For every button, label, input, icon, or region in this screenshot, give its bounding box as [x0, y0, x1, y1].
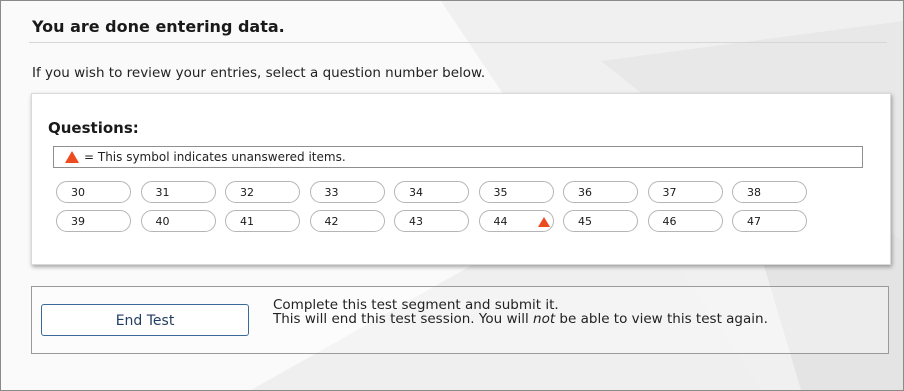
questions-heading: Questions: — [48, 119, 139, 137]
end-test-panel: End Test Complete this test segment and … — [31, 286, 889, 354]
warning-triangle-icon — [65, 151, 79, 163]
end-test-description: Complete this test segment and submit it… — [273, 298, 853, 326]
question-number: 36 — [578, 186, 592, 199]
question-number: 47 — [747, 215, 761, 228]
question-number: 42 — [324, 215, 339, 228]
end-test-line-2-end: be able to view this test again. — [555, 311, 768, 327]
question-number: 41 — [240, 215, 254, 228]
question-number: 46 — [662, 215, 677, 228]
question-number: 38 — [747, 186, 761, 199]
question-number: 30 — [71, 186, 85, 199]
title-divider — [29, 42, 887, 43]
question-number: 37 — [662, 186, 677, 199]
question-number: 31 — [155, 186, 170, 199]
page-title: You are done entering data. — [32, 17, 285, 36]
question-button-30[interactable]: 30 — [56, 181, 131, 203]
question-button-39[interactable]: 39 — [56, 210, 131, 232]
instructions-text: If you wish to review your entries, sele… — [32, 65, 486, 81]
question-number: 35 — [493, 186, 508, 199]
warning-triangle-icon — [537, 217, 550, 227]
end-test-line-2: This will end this test session. You wil… — [273, 312, 853, 326]
legend-text: = This symbol indicates unanswered items… — [84, 150, 346, 164]
question-button-47[interactable]: 47 — [732, 210, 807, 232]
question-button-32[interactable]: 32 — [225, 181, 300, 203]
question-button-36[interactable]: 36 — [563, 181, 638, 203]
question-button-31[interactable]: 31 — [140, 181, 216, 203]
end-test-emphasis: not — [533, 311, 556, 327]
question-button-34[interactable]: 34 — [394, 181, 469, 203]
question-button-45[interactable]: 45 — [563, 210, 638, 232]
question-number: 32 — [240, 186, 254, 199]
unanswered-legend: = This symbol indicates unanswered items… — [53, 146, 863, 168]
question-button-41[interactable]: 41 — [225, 210, 300, 232]
question-button-35[interactable]: 35 — [478, 181, 554, 203]
question-button-40[interactable]: 40 — [140, 210, 216, 232]
question-button-43[interactable]: 43 — [394, 210, 469, 232]
end-test-button[interactable]: End Test — [41, 304, 249, 336]
question-button-grid: 30 31 32 33 34 35 36 37 38 39 40 41 42 43 44 45 46 47 — [56, 181, 876, 241]
main-content: You are done entering data. If you wish … — [1, 1, 903, 390]
question-number: 44 — [493, 215, 508, 228]
end-test-line-2-start: This will end this test session. You wil… — [273, 311, 534, 327]
question-button-44[interactable]: 44 — [478, 210, 554, 232]
question-number: 33 — [324, 186, 339, 199]
end-test-button-label: End Test — [115, 313, 175, 329]
review-screen: You are done entering data. If you wish … — [0, 0, 904, 391]
question-number: 34 — [409, 186, 423, 199]
question-number: 45 — [578, 215, 592, 228]
end-test-line-1: Complete this test segment and submit it… — [273, 297, 559, 313]
question-button-46[interactable]: 46 — [647, 210, 723, 232]
question-button-42[interactable]: 42 — [309, 210, 385, 232]
question-number: 43 — [409, 215, 423, 228]
question-button-37[interactable]: 37 — [647, 181, 723, 203]
question-number: 39 — [71, 215, 85, 228]
question-button-33[interactable]: 33 — [309, 181, 385, 203]
question-number: 40 — [155, 215, 170, 228]
questions-panel: Questions: = This symbol indicates unans… — [31, 93, 891, 265]
question-button-38[interactable]: 38 — [732, 181, 807, 203]
